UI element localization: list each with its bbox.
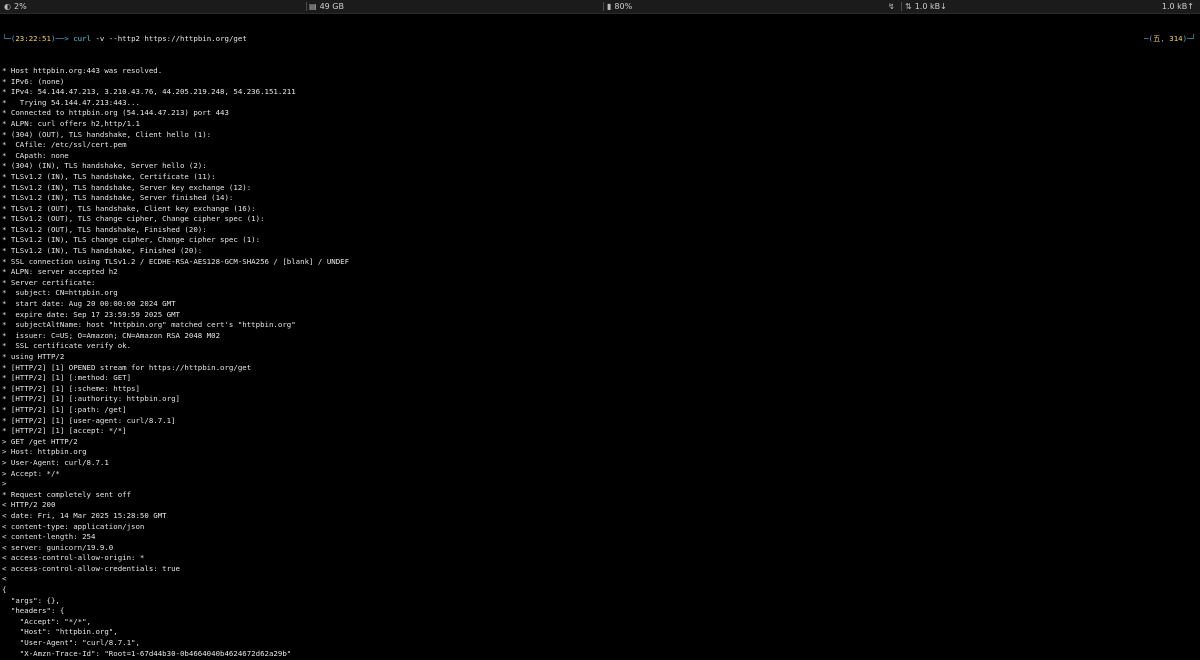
output-line: * TLSv1.2 (IN), TLS change cipher, Chang… — [2, 235, 261, 245]
prompt-arrow: )──> — [50, 34, 74, 44]
command-output: * Host httpbin.org:443 was resolved. * IP… — [2, 66, 1198, 660]
output-line: * SSL certificate verify ok. — [2, 341, 132, 351]
prompt-time: 23:22:51 — [15, 34, 51, 44]
output-line: * (304) (OUT), TLS handshake, Client hel… — [2, 129, 212, 139]
disk-value: 49 GB — [319, 2, 344, 11]
divider — [901, 2, 902, 11]
battery-icon: ▮ — [607, 2, 612, 11]
battery-indicator: ▮ 80% — [607, 0, 632, 13]
charging-bolt-icon: ↯ — [888, 2, 895, 11]
shell-prompt: └─(23:22:51)──> curl -v --http2 https://… — [2, 34, 1198, 45]
right-close: )─┘ — [1182, 34, 1196, 44]
prompt-corner: └─( — [2, 34, 16, 44]
net-up-value: 1.0 kB↑ — [1161, 2, 1194, 11]
output-line: * TLSv1.2 (IN), TLS handshake, Certifica… — [2, 171, 216, 181]
output-line: < content-length: 254 — [2, 532, 96, 542]
output-line: * using HTTP/2 — [2, 352, 65, 361]
output-line: < access-control-allow-origin: * — [2, 553, 145, 563]
output-line: * TLSv1.2 (OUT), TLS handshake, Client k… — [2, 203, 256, 213]
output-line: * subjectAltName: host "httpbin.org" mat… — [2, 320, 296, 330]
divider — [306, 2, 307, 11]
right-sep: , — [1160, 34, 1170, 44]
output-line: * issuer: C=US; O=Amazon; CN=Amazon RSA … — [2, 330, 221, 340]
disk-icon: ▤ — [309, 2, 317, 11]
divider — [603, 2, 604, 11]
network-up-indicator: 1.0 kB↑ — [1162, 0, 1194, 13]
output-line: * IPv6: (none) — [2, 76, 65, 86]
output-line: * [HTTP/2] [1] [:method: GET] — [2, 373, 132, 383]
network-icon: ⇅ — [905, 2, 912, 11]
output-line: * ALPN: server accepted h2 — [2, 267, 118, 277]
output-line: { — [2, 585, 7, 595]
system-status-bar: ◐ 2% ▤ 49 GB ▮ 80% ↯ ⇅ 1.0 kB↓ 1.0 kB↑ — [0, 0, 1200, 14]
output-line: * TLSv1.2 (IN), TLS handshake, Finished … — [2, 246, 203, 256]
output-line: * CApath: none — [2, 150, 69, 160]
output-line: * [HTTP/2] [1] [accept: */*] — [2, 426, 127, 436]
cpu-indicator: ◐ 2% — [4, 0, 27, 13]
output-line: * TLSv1.2 (OUT), TLS handshake, Finished… — [2, 224, 207, 234]
output-line: * expire date: Sep 17 23:59:59 2025 GMT — [2, 309, 180, 319]
output-line: * Request completely sent off — [2, 489, 132, 499]
output-line: * subject: CN=httpbin.org — [2, 288, 118, 298]
battery-value: 80% — [614, 2, 633, 11]
output-line: < access-control-allow-credentials: true — [2, 563, 180, 573]
output-line: * Host httpbin.org:443 was resolved. — [2, 65, 163, 75]
output-line: * start date: Aug 20 00:00:00 2024 GMT — [2, 299, 176, 309]
output-line: * TLSv1.2 (IN), TLS handshake, Server fi… — [2, 193, 234, 203]
output-line: "User-Agent": "curl/8.7.1", — [2, 638, 140, 648]
output-line: * [HTTP/2] [1] [:path: /get] — [2, 404, 127, 414]
cpu-value: 2% — [13, 2, 27, 11]
output-line: * TLSv1.2 (OUT), TLS change cipher, Chan… — [2, 214, 265, 224]
output-line: * [HTTP/2] [1] OPENED stream for https:/… — [2, 362, 252, 372]
output-line: * Server certificate: — [2, 277, 96, 287]
power-indicator: ↯ — [888, 0, 895, 13]
output-line: * SSL connection using TLSv1.2 / ECDHE-R… — [2, 256, 350, 266]
prompt-right-info: ─(五, 314)─┘ — [1144, 34, 1196, 45]
net-down-value: 1.0 kB↓ — [914, 2, 947, 11]
output-line: < server: gunicorn/19.9.0 — [2, 542, 114, 552]
command-args: -v --http2 https://httpbin.org/get — [91, 34, 247, 44]
output-line: * [HTTP/2] [1] [user-agent: curl/8.7.1] — [2, 415, 176, 425]
output-line: < content-type: application/json — [2, 521, 145, 531]
disk-indicator: ▤ 49 GB — [309, 0, 344, 13]
history-number: 314 — [1169, 34, 1183, 44]
terminal-output[interactable]: └─(23:22:51)──> curl -v --http2 https://… — [2, 13, 1198, 660]
output-line: "Host": "httpbin.org", — [2, 627, 118, 637]
output-line: < — [2, 574, 7, 584]
output-line: * CAfile: /etc/ssl/cert.pem — [2, 140, 127, 150]
command-name: curl — [73, 34, 92, 44]
output-line: * TLSv1.2 (IN), TLS handshake, Server ke… — [2, 182, 252, 192]
output-line: < date: Fri, 14 Mar 2025 15:28:50 GMT — [2, 510, 167, 520]
output-line: * [HTTP/2] [1] [:authority: httpbin.org] — [2, 394, 180, 404]
output-line: * IPv4: 54.144.47.213, 3.210.43.76, 44.2… — [2, 87, 296, 97]
output-line: < HTTP/2 200 — [2, 500, 56, 510]
output-line: * (304) (IN), TLS handshake, Server hell… — [2, 161, 207, 171]
output-line: > Host: httpbin.org — [2, 447, 87, 457]
network-down-indicator: ⇅ 1.0 kB↓ — [905, 0, 947, 13]
output-line: > — [2, 479, 7, 489]
output-line: "X-Amzn-Trace-Id": "Root=1-67d44b30-0b46… — [2, 648, 292, 658]
output-line: * Connected to httpbin.org (54.144.47.21… — [2, 108, 229, 118]
output-line: * Trying 54.144.47.213:443... — [2, 97, 140, 107]
right-open: ─( — [1144, 34, 1153, 44]
output-line: > Accept: */* — [2, 468, 60, 478]
output-line: * [HTTP/2] [1] [:scheme: https] — [2, 383, 140, 393]
output-line: "headers": { — [2, 606, 65, 616]
output-line: "args": {}, — [2, 595, 60, 605]
output-line: > GET /get HTTP/2 — [2, 436, 78, 446]
output-line: * ALPN: curl offers h2,http/1.1 — [2, 118, 140, 128]
output-line: > User-Agent: curl/8.7.1 — [2, 457, 109, 467]
output-line: "Accept": "*/*", — [2, 616, 91, 626]
cpu-gauge-icon: ◐ — [4, 2, 11, 11]
